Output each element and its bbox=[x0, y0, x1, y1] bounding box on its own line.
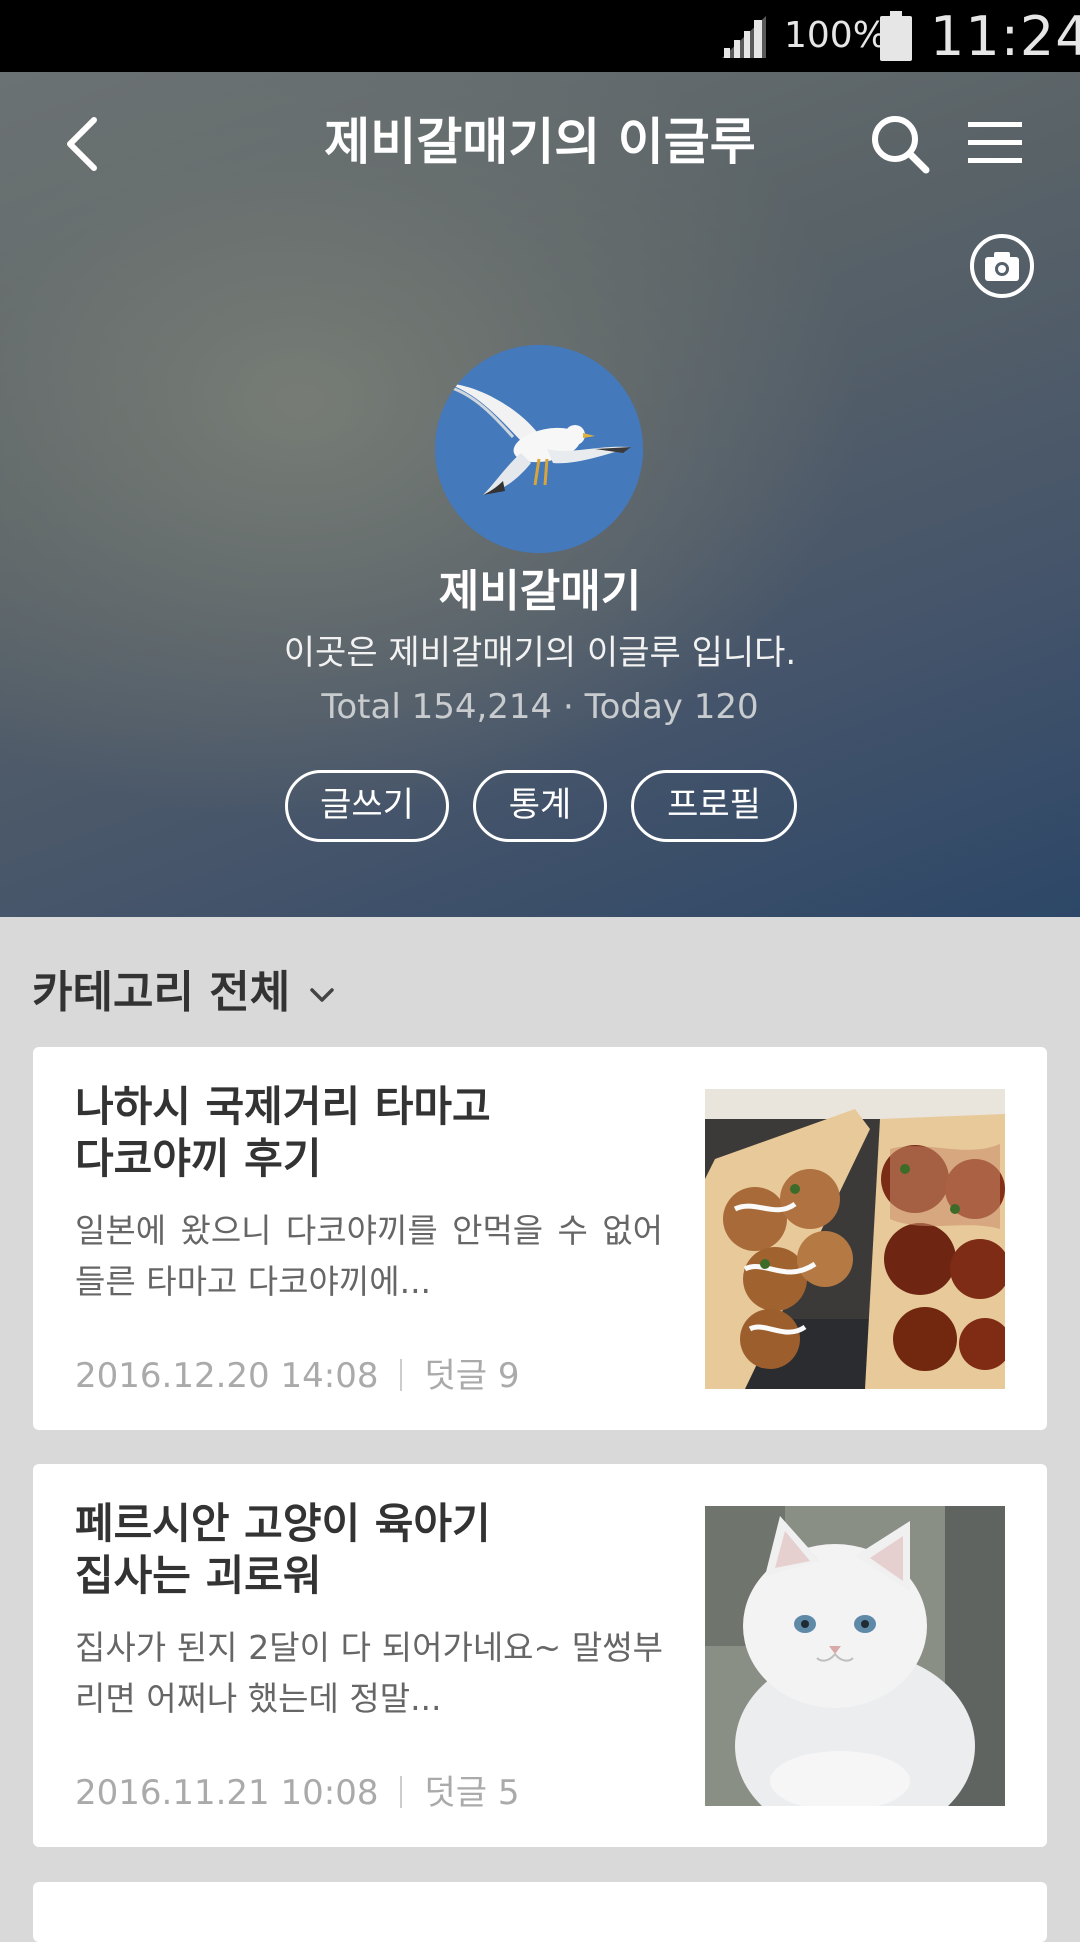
clock: 11:24 bbox=[930, 5, 1080, 68]
post-card[interactable]: 페르시안 고양이 육아기 집사는 괴로워 집사가 된지 2달이 다 되어가네요~… bbox=[33, 1464, 1047, 1847]
back-arrow-icon[interactable] bbox=[58, 112, 108, 176]
battery-icon bbox=[880, 11, 912, 61]
post-comments[interactable]: 덧글 9 bbox=[424, 1356, 519, 1396]
white-kitten-photo bbox=[705, 1506, 1005, 1806]
category-dropdown[interactable]: 카테고리 전체 bbox=[32, 960, 336, 1026]
post-date: 2016.12.20 14:08 bbox=[75, 1356, 379, 1396]
blog-header: 제비갈매기의 이글루 제비갈매기 이곳은 제비갈매기의 이글루 입니다. Tot… bbox=[0, 72, 1080, 917]
profile-button[interactable]: 프로필 bbox=[631, 770, 797, 842]
chevron-down-icon bbox=[310, 988, 334, 1002]
post-comments[interactable]: 덧글 5 bbox=[424, 1773, 519, 1813]
takoyaki-photo bbox=[705, 1089, 1005, 1389]
post-meta: 2016.11.21 10:08 덧글 5 bbox=[75, 1770, 519, 1816]
status-bar: 100% 11:24 bbox=[0, 0, 1080, 72]
seagull-icon bbox=[435, 345, 643, 553]
post-excerpt: 일본에 왔으니 다코야끼를 안먹을 수 없어 들른 타마고 다코야끼에... bbox=[75, 1211, 663, 1301]
visitor-stats: Total 154,214 · Today 120 bbox=[321, 687, 759, 727]
write-button[interactable]: 글쓰기 bbox=[285, 770, 449, 842]
search-icon[interactable] bbox=[868, 112, 932, 176]
blog-description: 이곳은 제비갈매기의 이글루 입니다. bbox=[283, 633, 797, 673]
post-title[interactable]: 나하시 국제거리 타마고 다코야끼 후기 bbox=[75, 1081, 635, 1185]
post-meta: 2016.12.20 14:08 덧글 9 bbox=[75, 1353, 519, 1399]
category-label: 카테고리 전체 bbox=[32, 967, 291, 1018]
page-title: 제비갈매기의 이글루 bbox=[324, 113, 756, 171]
post-excerpt: 집사가 된지 2달이 다 되어가네요~ 말썽부리면 어쩌나 했는데 정말... bbox=[75, 1628, 663, 1718]
statistics-button[interactable]: 통계 bbox=[473, 770, 607, 842]
menu-icon[interactable] bbox=[966, 118, 1024, 168]
post-card-partial[interactable] bbox=[33, 1882, 1047, 1942]
post-thumbnail[interactable] bbox=[705, 1089, 1005, 1389]
post-thumbnail[interactable] bbox=[705, 1506, 1005, 1806]
post-date: 2016.11.21 10:08 bbox=[75, 1773, 379, 1813]
signal-icon bbox=[722, 16, 766, 58]
avatar[interactable] bbox=[435, 345, 643, 553]
post-card[interactable]: 나하시 국제거리 타마고 다코야끼 후기 일본에 왔으니 다코야끼를 안먹을 수… bbox=[33, 1047, 1047, 1430]
blog-owner-name: 제비갈매기 bbox=[438, 566, 642, 617]
camera-icon[interactable] bbox=[968, 232, 1036, 300]
meta-divider bbox=[400, 1359, 403, 1391]
post-title[interactable]: 페르시안 고양이 육아기 집사는 괴로워 bbox=[75, 1498, 635, 1602]
battery-percent: 100% bbox=[784, 15, 887, 56]
meta-divider bbox=[400, 1776, 403, 1808]
